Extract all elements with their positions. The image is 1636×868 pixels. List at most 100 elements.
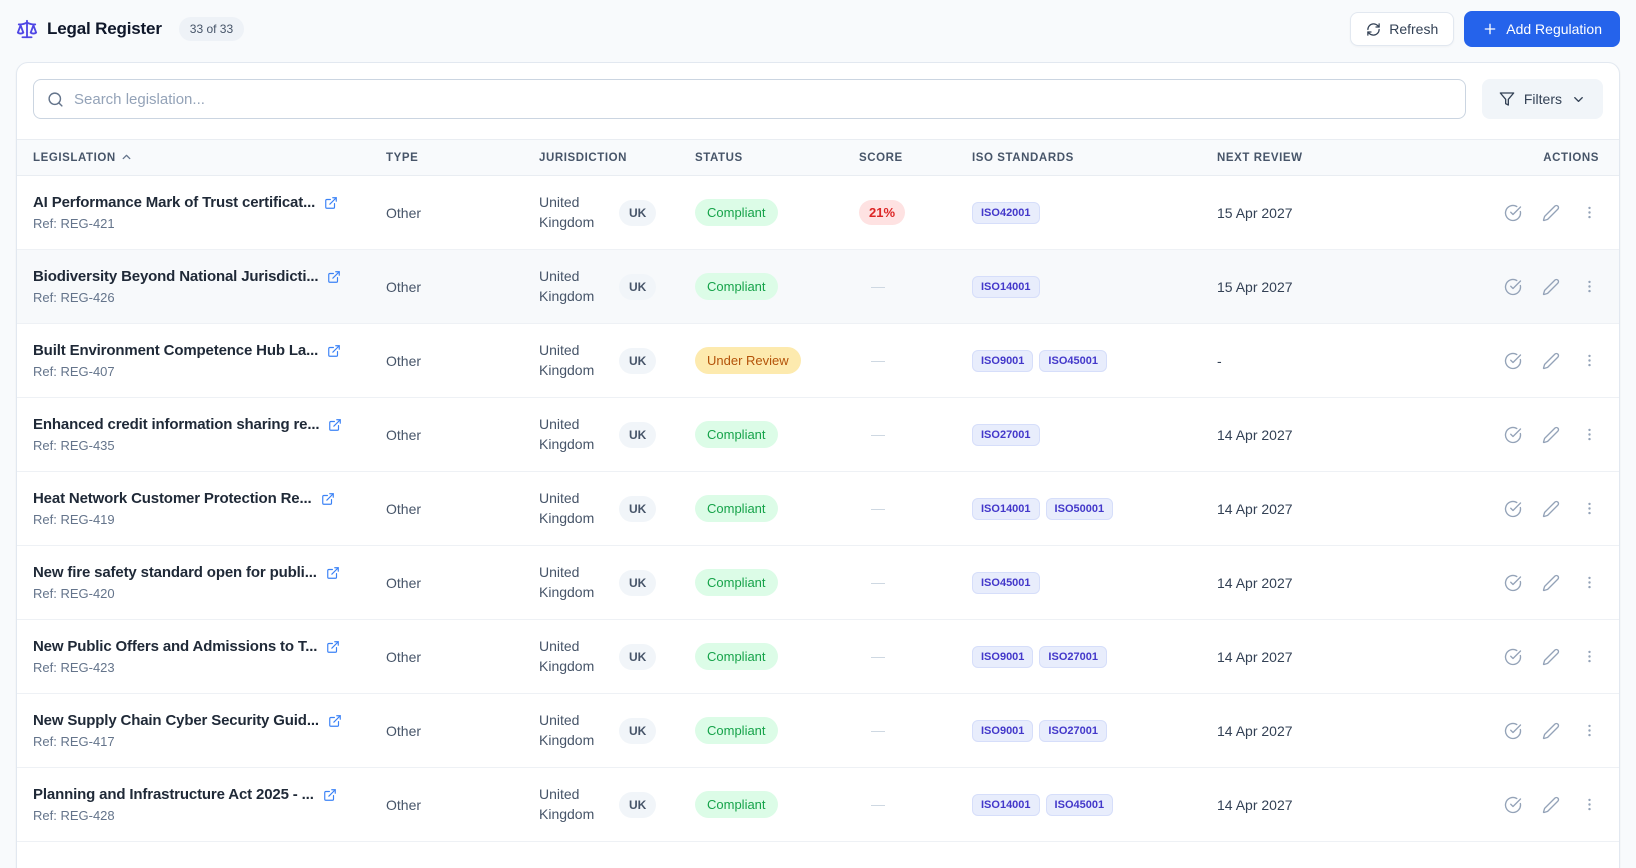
edit-button[interactable]: [1537, 643, 1565, 671]
refresh-button[interactable]: Refresh: [1350, 12, 1455, 46]
edit-button[interactable]: [1537, 199, 1565, 227]
external-link-icon[interactable]: [328, 418, 342, 432]
more-options-button[interactable]: [1575, 421, 1603, 449]
jurisdiction-code-badge: UK: [619, 421, 657, 448]
external-link-icon[interactable]: [321, 492, 335, 506]
external-link-icon[interactable]: [327, 344, 341, 358]
iso-standard-badge: ISO9001: [972, 349, 1034, 372]
jurisdiction-code-badge: UK: [619, 791, 657, 818]
iso-standard-badge: ISO50001: [1045, 497, 1114, 520]
mark-complete-button[interactable]: [1499, 347, 1527, 375]
edit-button[interactable]: [1537, 495, 1565, 523]
legislation-name: Planning and Infrastructure Act 2025 - .…: [33, 786, 314, 803]
pencil-icon: [1542, 426, 1560, 444]
jurisdiction-cell: United Kingdom UK: [539, 637, 695, 676]
mark-complete-button[interactable]: [1499, 199, 1527, 227]
funnel-icon: [1499, 91, 1515, 107]
table-row[interactable]: Biodiversity Beyond National Jurisdicti.…: [17, 250, 1619, 324]
table-row[interactable]: Heat Network Customer Protection Re... R…: [17, 472, 1619, 546]
column-header-status[interactable]: STATUS: [695, 152, 859, 164]
add-regulation-button[interactable]: Add Regulation: [1464, 11, 1620, 47]
table-row[interactable]: Built Environment Competence Hub La... R…: [17, 324, 1619, 398]
iso-standards-cell: ISO9001 ISO27001: [956, 645, 1201, 668]
more-options-button[interactable]: [1575, 791, 1603, 819]
mark-complete-button[interactable]: [1499, 717, 1527, 745]
status-badge: Compliant: [695, 569, 778, 596]
check-circle-icon: [1504, 574, 1522, 592]
check-circle-icon: [1504, 722, 1522, 740]
type-value: Other: [386, 426, 422, 443]
next-review-value: 14 Apr 2027: [1217, 574, 1293, 591]
table-row[interactable]: New Supply Chain Cyber Security Guid... …: [17, 694, 1619, 768]
status-cell: Under Review: [695, 347, 859, 374]
more-options-button[interactable]: [1575, 569, 1603, 597]
edit-button[interactable]: [1537, 421, 1565, 449]
column-header-type[interactable]: TYPE: [386, 152, 539, 164]
external-link-icon[interactable]: [326, 566, 340, 580]
edit-button[interactable]: [1537, 347, 1565, 375]
pencil-icon: [1542, 574, 1560, 592]
iso-standards-cell: ISO27001: [956, 423, 1201, 446]
type-value: Other: [386, 500, 422, 517]
score-value: —: [871, 277, 885, 294]
more-options-button[interactable]: [1575, 495, 1603, 523]
edit-button[interactable]: [1537, 791, 1565, 819]
more-options-button[interactable]: [1575, 717, 1603, 745]
check-circle-icon: [1504, 426, 1522, 444]
external-link-icon[interactable]: [328, 714, 342, 728]
actions-cell: [1421, 421, 1619, 449]
filters-button-label: Filters: [1523, 91, 1562, 107]
search-input[interactable]: [74, 90, 1452, 108]
external-link-icon[interactable]: [323, 788, 337, 802]
legislation-ref: Ref: REG-407: [33, 364, 115, 379]
legislation-ref: Ref: REG-421: [33, 216, 115, 231]
jurisdiction-cell: United Kingdom UK: [539, 415, 695, 454]
more-options-button[interactable]: [1575, 273, 1603, 301]
legislation-cell: New fire safety standard open for publi.…: [17, 564, 386, 601]
type-value: Other: [386, 796, 422, 813]
column-header-iso-standards[interactable]: ISO STANDARDS: [956, 152, 1201, 164]
mark-complete-button[interactable]: [1499, 273, 1527, 301]
table-row[interactable]: New Public Offers and Admissions to T...…: [17, 620, 1619, 694]
mark-complete-button[interactable]: [1499, 495, 1527, 523]
edit-button[interactable]: [1537, 273, 1565, 301]
edit-button[interactable]: [1537, 569, 1565, 597]
edit-button[interactable]: [1537, 717, 1565, 745]
jurisdiction-value: United Kingdom: [539, 563, 595, 600]
legislation-ref: Ref: REG-423: [33, 660, 115, 675]
column-header-jurisdiction[interactable]: JURISDICTION: [539, 152, 695, 164]
column-header-actions: ACTIONS: [1543, 151, 1599, 164]
table-row[interactable]: Enhanced credit information sharing re..…: [17, 398, 1619, 472]
external-link-icon[interactable]: [326, 640, 340, 654]
table-row[interactable]: Planning and Infrastructure Act 2025 - .…: [17, 768, 1619, 842]
column-header-legislation[interactable]: LEGISLATION: [17, 151, 386, 164]
more-options-button[interactable]: [1575, 643, 1603, 671]
more-options-button[interactable]: [1575, 199, 1603, 227]
more-options-button[interactable]: [1575, 347, 1603, 375]
actions-cell: [1421, 717, 1619, 745]
table-row[interactable]: New fire safety standard open for publi.…: [17, 546, 1619, 620]
external-link-icon[interactable]: [327, 270, 341, 284]
iso-standard-badge: ISO27001: [972, 423, 1040, 446]
score-cell: —: [859, 426, 956, 444]
mark-complete-button[interactable]: [1499, 791, 1527, 819]
score-cell: —: [859, 500, 956, 518]
legislation-cell: Biodiversity Beyond National Jurisdicti.…: [17, 268, 386, 305]
score-value: —: [871, 647, 885, 664]
column-header-score[interactable]: SCORE: [859, 152, 956, 164]
external-link-icon[interactable]: [324, 196, 338, 210]
score-cell: —: [859, 796, 956, 814]
mark-complete-button[interactable]: [1499, 643, 1527, 671]
legal-register-card: Filters LEGISLATION TYPE JURISDICTION ST…: [16, 62, 1620, 868]
jurisdiction-value: United Kingdom: [539, 637, 595, 674]
table-row[interactable]: AI Performance Mark of Trust certificat.…: [17, 176, 1619, 250]
legislation-ref: Ref: REG-426: [33, 290, 115, 305]
type-value: Other: [386, 278, 422, 295]
iso-standard-badge: ISO27001: [1039, 645, 1107, 668]
mark-complete-button[interactable]: [1499, 569, 1527, 597]
filters-button[interactable]: Filters: [1481, 79, 1603, 119]
pencil-icon: [1542, 648, 1560, 666]
mark-complete-button[interactable]: [1499, 421, 1527, 449]
column-header-next-review[interactable]: NEXT REVIEW: [1201, 152, 1421, 164]
pencil-icon: [1542, 722, 1560, 740]
